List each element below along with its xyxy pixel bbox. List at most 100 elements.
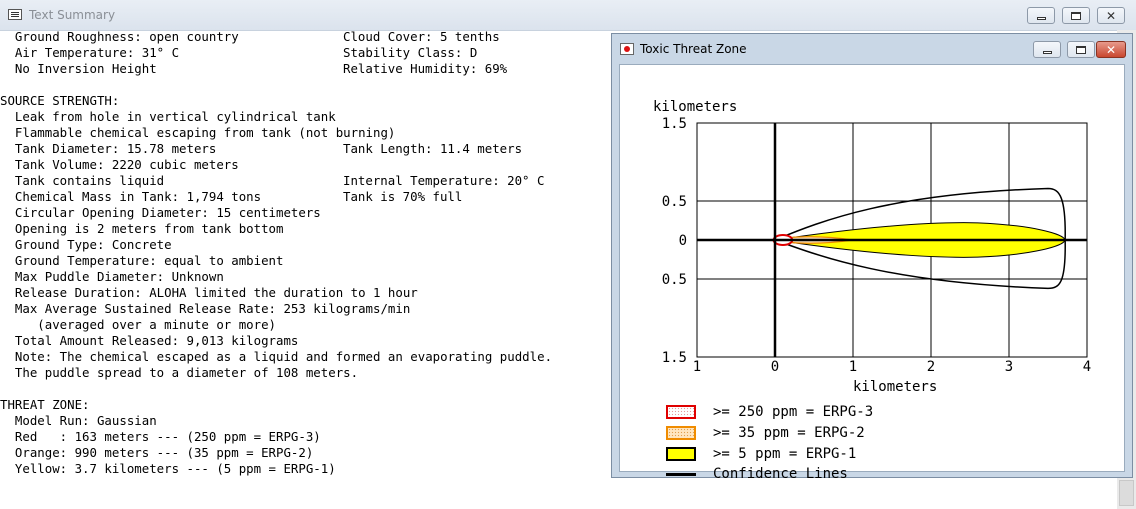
report-line: Opening is 2 meters from tank bottom	[0, 221, 620, 237]
report-text-col2: Internal Temperature: 20° C	[343, 173, 545, 188]
threat-window-title: Toxic Threat Zone	[640, 42, 747, 56]
report-line: Tank Diameter: 15.78 meters Tank Length: …	[0, 141, 620, 157]
report-line: Max Puddle Diameter: Unknown	[0, 269, 620, 285]
report-text-col2: Cloud Cover: 5 tenths	[343, 29, 500, 44]
report-text-col2: Relative Humidity: 69%	[343, 61, 508, 76]
legend-swatch-red	[666, 405, 696, 419]
report-text: No Inversion Height	[0, 61, 157, 76]
summary-text: Ground Roughness: open country Cloud Cove…	[0, 29, 620, 509]
x-tick-label: 3	[1005, 359, 1013, 375]
legend-label: Confidence Lines	[713, 466, 848, 482]
maximize-icon	[1076, 45, 1086, 54]
x-tick-label: 2	[927, 359, 935, 375]
window-title: Text Summary	[29, 8, 116, 22]
x-tick-label: 4	[1083, 359, 1091, 375]
threat-maximize-button[interactable]	[1067, 41, 1095, 58]
report-line	[0, 381, 620, 397]
report-line: (averaged over a minute or more)	[0, 317, 620, 333]
report-text: The puddle spread to a diameter of 108 m…	[0, 365, 359, 380]
legend-label: >= 250 ppm = ERPG-3	[713, 404, 874, 420]
report-line: Max Average Sustained Release Rate: 253 …	[0, 301, 620, 317]
maximize-icon	[1071, 11, 1081, 20]
y-axis-label: kilometers	[653, 99, 737, 115]
y-tick-label: 1.5	[662, 350, 687, 366]
report-text-col2: Stability Class: D	[343, 45, 478, 60]
report-text: Total Amount Released: 9,013 kilograms	[0, 333, 299, 348]
report-line: Chemical Mass in Tank: 1,794 tons Tank is…	[0, 189, 620, 205]
report-text: (averaged over a minute or more)	[0, 317, 277, 332]
report-line: Flammable chemical escaping from tank (n…	[0, 125, 620, 141]
threat-window-icon[interactable]	[620, 43, 634, 55]
report-line: Tank Volume: 2220 cubic meters	[0, 157, 620, 173]
close-icon: ✕	[1105, 42, 1117, 57]
report-text: Tank Diameter: 15.78 meters	[0, 141, 217, 156]
scrollbar-thumb[interactable]	[1119, 480, 1134, 506]
legend-swatch-orange	[666, 426, 696, 440]
report-line	[0, 77, 620, 93]
legend-label: >= 35 ppm = ERPG-2	[713, 425, 865, 441]
report-line: Note: The chemical escaped as a liquid a…	[0, 349, 620, 365]
maximize-button[interactable]	[1062, 7, 1090, 24]
report-text: Ground Temperature: equal to ambient	[0, 253, 284, 268]
report-line: Model Run: Gaussian	[0, 413, 620, 429]
report-line: Ground Temperature: equal to ambient	[0, 253, 620, 269]
report-text: Flammable chemical escaping from tank (n…	[0, 125, 396, 140]
report-text: Circular Opening Diameter: 15 centimeter…	[0, 205, 321, 220]
legend-line-black	[666, 473, 696, 476]
x-axis-label: kilometers	[853, 379, 937, 395]
report-text: Air Temperature: 31° C	[0, 45, 180, 60]
report-text: Tank contains liquid	[0, 173, 165, 188]
report-text: Opening is 2 meters from tank bottom	[0, 221, 284, 236]
report-line: Total Amount Released: 9,013 kilograms	[0, 333, 620, 349]
report-text: Model Run: Gaussian	[0, 413, 157, 428]
report-text-col2: Tank is 70% full	[343, 189, 463, 204]
report-line: Yellow: 3.7 kilometers --- (5 ppm = ERPG…	[0, 461, 620, 477]
report-line: Air Temperature: 31° C Stability Class: D	[0, 45, 620, 61]
report-line: The puddle spread to a diameter of 108 m…	[0, 365, 620, 381]
report-text: Note: The chemical escaped as a liquid a…	[0, 349, 553, 364]
minimize-icon	[1036, 17, 1046, 20]
y-tick-label: 1.5	[662, 116, 687, 132]
report-text: Max Puddle Diameter: Unknown	[0, 269, 224, 284]
report-line: THREAT ZONE:	[0, 397, 620, 413]
report-text: Chemical Mass in Tank: 1,794 tons	[0, 189, 262, 204]
close-button[interactable]: ✕	[1097, 7, 1125, 24]
report-line: Release Duration: ALOHA limited the dura…	[0, 285, 620, 301]
y-tick-label: 0	[679, 233, 687, 249]
report-text: Orange: 990 meters --- (35 ppm = ERPG-2)	[0, 445, 314, 460]
report-text: Ground Roughness: open country	[0, 29, 239, 44]
report-line: Circular Opening Diameter: 15 centimeter…	[0, 205, 620, 221]
report-text: Tank Volume: 2220 cubic meters	[0, 157, 239, 172]
window-menu-icon[interactable]	[8, 9, 22, 20]
report-line: Ground Roughness: open country Cloud Cove…	[0, 29, 620, 45]
y-tick-label: 0.5	[662, 194, 687, 210]
legend-swatch-yellow	[666, 447, 696, 461]
report-text: Max Average Sustained Release Rate: 253 …	[0, 301, 411, 316]
report-text: SOURCE STRENGTH:	[0, 93, 120, 108]
minimize-button[interactable]	[1027, 7, 1055, 24]
report-text: Yellow: 3.7 kilometers --- (5 ppm = ERPG…	[0, 461, 336, 476]
report-line: No Inversion Height Relative Humidity: 69…	[0, 61, 620, 77]
x-tick-label: 0	[771, 359, 779, 375]
report-text: Release Duration: ALOHA limited the dura…	[0, 285, 418, 300]
report-line: Red : 163 meters --- (250 ppm = ERPG-3)	[0, 429, 620, 445]
report-text: Leak from hole in vertical cylindrical t…	[0, 109, 336, 124]
threat-title-bar[interactable]: Toxic Threat Zone ✕	[612, 34, 1132, 64]
close-icon: ✕	[1105, 8, 1117, 23]
x-tick-label: 1	[849, 359, 857, 375]
report-text-col2: Tank Length: 11.4 meters	[343, 141, 523, 156]
report-line: Tank contains liquid Internal Temperature…	[0, 173, 620, 189]
title-bar[interactable]: Text Summary ✕	[0, 0, 1136, 31]
threat-minimize-button[interactable]	[1033, 41, 1061, 58]
report-text: Ground Type: Concrete	[0, 237, 172, 252]
x-tick-label: 1	[693, 359, 701, 375]
report-text: Red : 163 meters --- (250 ppm = ERPG-3)	[0, 429, 321, 444]
report-text: THREAT ZONE:	[0, 397, 90, 412]
report-line: Ground Type: Concrete	[0, 237, 620, 253]
toxic-threat-zone-window: Toxic Threat Zone ✕ kilometers kilometer…	[611, 33, 1133, 482]
threat-close-button[interactable]: ✕	[1096, 41, 1126, 58]
y-tick-label: 0.5	[662, 272, 687, 288]
minimize-icon	[1042, 51, 1052, 54]
report-line: SOURCE STRENGTH:	[0, 93, 620, 109]
legend-label: >= 5 ppm = ERPG-1	[713, 446, 857, 462]
